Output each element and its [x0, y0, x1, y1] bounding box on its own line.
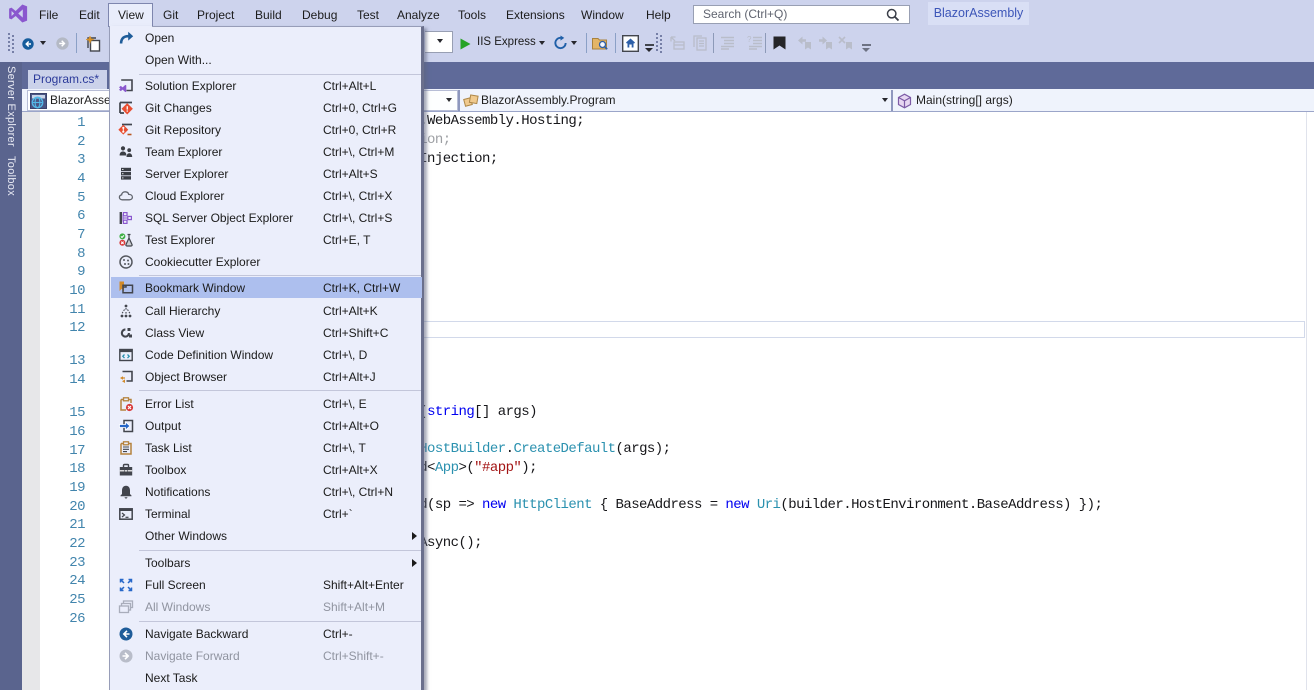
- svg-text:?: ?: [747, 36, 752, 44]
